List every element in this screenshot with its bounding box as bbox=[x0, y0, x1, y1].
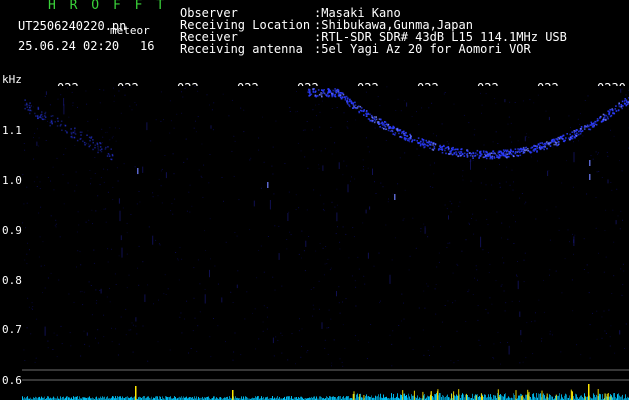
brand-title: H R O F F T bbox=[48, 0, 168, 13]
freq-tick-0-7: 0.7 bbox=[2, 323, 22, 336]
freq-tick-1-0: 1.0 bbox=[2, 174, 22, 187]
date-time: 25.06.24 02:20 bbox=[18, 39, 120, 53]
freq-tick-0-9: 0.9 bbox=[2, 224, 22, 237]
freq-tick-1-1: 1.1 bbox=[2, 124, 22, 137]
antenna-value: :5el Yagi Az 20 for Aomori VOR bbox=[314, 42, 531, 56]
freq-tick-0-8: 0.8 bbox=[2, 274, 22, 287]
antenna-label: Receiving antenna bbox=[180, 42, 303, 56]
spectrogram-plot bbox=[22, 86, 629, 400]
freq-tick-0-6: 0.6 bbox=[2, 374, 22, 387]
spectrogram-canvas bbox=[22, 86, 629, 400]
file-type-label: meteor bbox=[110, 24, 150, 37]
frequency-unit-label: kHz bbox=[2, 73, 22, 86]
spectrogram-window: H R O F F T UT2506240220.pn meteor 25.06… bbox=[0, 0, 629, 400]
meteor-count: 16 bbox=[140, 39, 155, 53]
